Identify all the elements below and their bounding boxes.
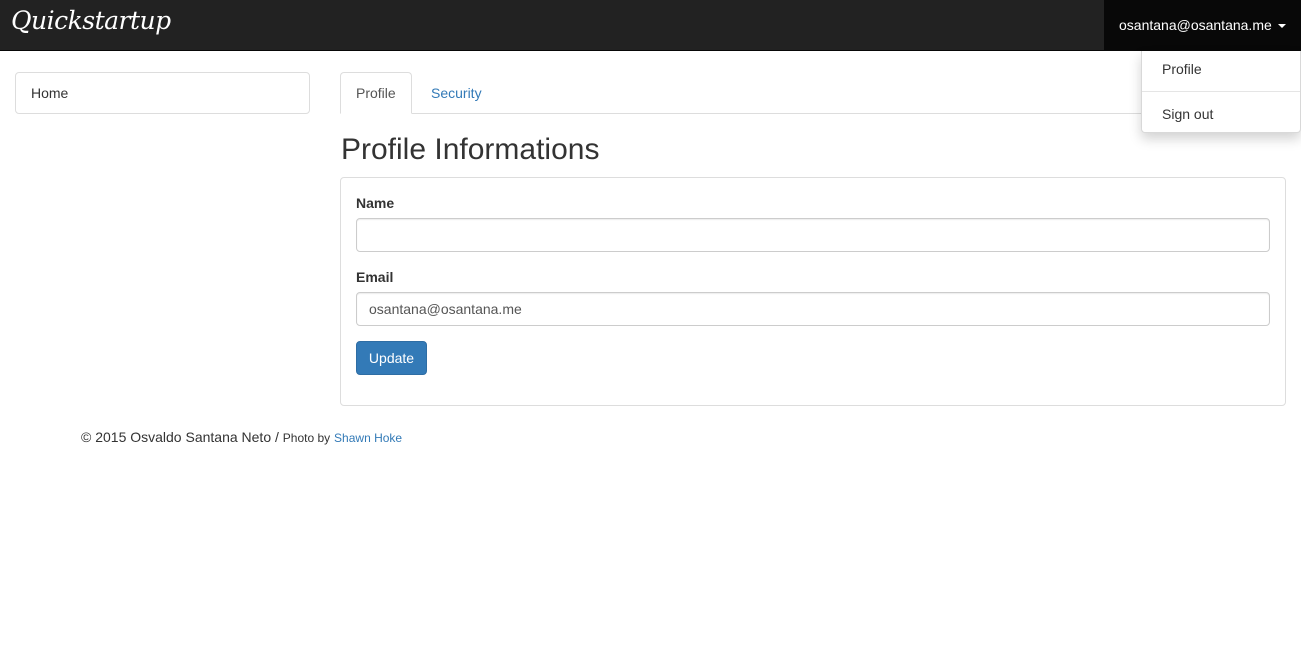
user-dropdown-menu: Profile Sign out [1141, 51, 1301, 133]
top-navbar: Quickstartup osantana@osantana.me [0, 0, 1301, 51]
footer-copyright: © 2015 Osvaldo Santana Neto / [81, 429, 279, 445]
email-label: Email [356, 269, 394, 285]
sidebar-item-home[interactable]: Home [16, 73, 309, 113]
update-button[interactable]: Update [356, 341, 427, 375]
profile-form-panel: Name Email Update [340, 177, 1286, 406]
tab-profile[interactable]: Profile [340, 72, 412, 114]
footer-photo-author-link[interactable]: Shawn Hoke [334, 431, 402, 445]
email-field[interactable] [356, 292, 1270, 326]
menu-item-sign-out[interactable]: Sign out [1142, 104, 1300, 124]
footer-photo-by: Photo by [282, 431, 331, 445]
name-field[interactable] [356, 218, 1270, 252]
brand-logo[interactable]: Quickstartup [11, 6, 171, 35]
footer: © 2015 Osvaldo Santana Neto / Photo by S… [81, 428, 402, 447]
sidebar: Home [15, 72, 310, 114]
tab-security[interactable]: Security [415, 72, 498, 114]
caret-down-icon [1277, 24, 1286, 29]
user-email: osantana@osantana.me [1119, 17, 1272, 33]
name-label: Name [356, 195, 395, 211]
menu-divider [1142, 91, 1300, 92]
user-menu-toggle[interactable]: osantana@osantana.me [1104, 0, 1301, 50]
page-title: Profile Informations [341, 133, 600, 166]
menu-item-profile[interactable]: Profile [1142, 59, 1300, 79]
